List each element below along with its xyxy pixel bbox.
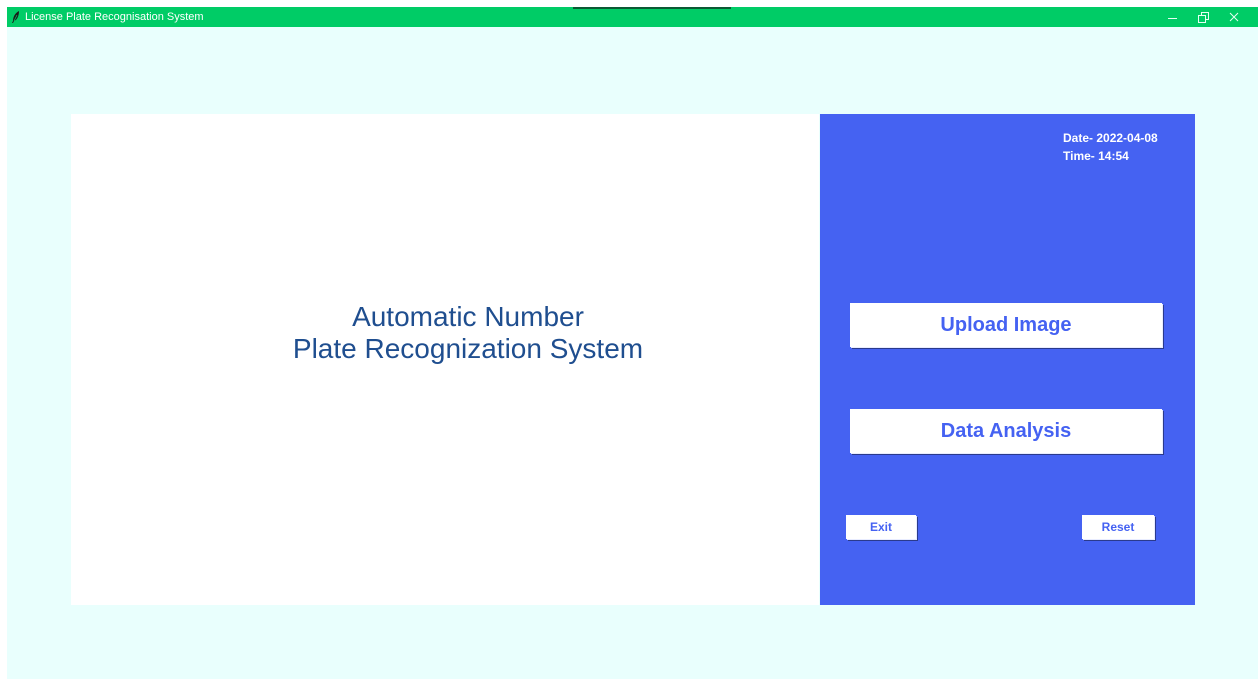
app-window: License Plate Recognisation System Autom…	[7, 7, 1258, 679]
close-icon[interactable]	[1219, 7, 1249, 27]
app-heading-line-2: Plate Recognization System	[292, 333, 644, 364]
app-heading: Automatic Number Plate Recognization Sys…	[71, 301, 865, 365]
exit-button[interactable]: Exit	[846, 515, 916, 539]
upload-image-button[interactable]: Upload Image	[850, 303, 1162, 347]
reset-button[interactable]: Reset	[1082, 515, 1154, 539]
restore-icon[interactable]	[1188, 7, 1218, 27]
datetime-display: Date- 2022-04-08 Time- 14:54	[1063, 129, 1158, 165]
date-label: Date- 2022-04-08	[1063, 131, 1158, 145]
window-title: License Plate Recognisation System	[25, 11, 204, 23]
control-panel: Date- 2022-04-08 Time- 14:54 Upload Imag…	[820, 114, 1195, 605]
titlebar-divider	[573, 7, 731, 9]
minimize-icon[interactable]	[1157, 7, 1187, 27]
data-analysis-button[interactable]: Data Analysis	[850, 409, 1162, 453]
title-panel: Automatic Number Plate Recognization Sys…	[71, 114, 819, 605]
app-heading-line-1: Automatic Number	[352, 301, 584, 332]
feather-icon	[11, 10, 21, 24]
time-label: Time- 14:54	[1063, 149, 1129, 163]
title-bar: License Plate Recognisation System	[7, 7, 1258, 27]
